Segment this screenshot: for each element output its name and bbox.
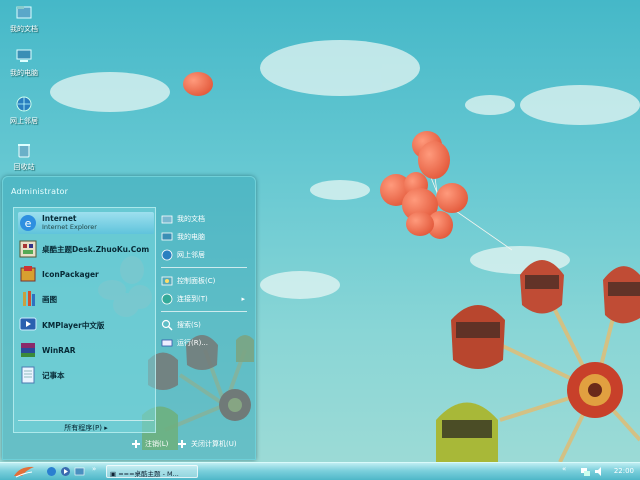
quicklaunch-show-desktop-icon[interactable] [74, 466, 85, 477]
winrar-icon [21, 343, 35, 357]
places-item-label: 控制面板(C) [177, 277, 216, 285]
folder-icon [161, 215, 173, 224]
connect-icon [161, 293, 173, 305]
pinned-item-title: IconPackager [42, 269, 99, 279]
pinned-item-theme[interactable]: 桌酷主题Desk.ZhuoKu.Com [18, 238, 154, 260]
places-item-search[interactable]: 搜索(S) [161, 317, 249, 333]
system-tray: « 22:00 [558, 463, 640, 480]
menu-separator [161, 311, 247, 312]
desktop-icon-my-computer[interactable]: 我的电脑 [2, 48, 46, 78]
submenu-arrow-icon: ▸ [241, 295, 245, 303]
svg-text:e: e [25, 217, 32, 230]
taskbar-window-label: ===桌酷主题 - M... [118, 470, 179, 478]
logoff-label: 注销(L) [145, 440, 169, 448]
places-item-label: 我的文档 [177, 215, 205, 223]
places-item-network[interactable]: 网上邻居 [161, 247, 249, 263]
places-item-control-panel[interactable]: 控制面板(C) [161, 273, 249, 289]
desktop-icon-my-documents[interactable]: 我的文档 [2, 4, 46, 34]
places-item-run[interactable]: 运行(R)... [161, 335, 249, 351]
taskbar-window-button[interactable]: ▣ ===桌酷主题 - M... [106, 465, 198, 478]
pinned-item-title: WinRAR [42, 345, 76, 355]
network-icon [161, 249, 173, 261]
places-item-label: 我的电脑 [177, 233, 205, 241]
menu-separator [161, 267, 247, 268]
desktop-icon-label: 我的电脑 [10, 69, 38, 77]
start-menu: Administrator e Internet Internet Explor… [2, 176, 256, 460]
notepad-icon [21, 366, 35, 384]
pinned-item-internet[interactable]: e Internet Internet Explorer [18, 212, 154, 234]
start-button[interactable] [4, 464, 42, 479]
taskbar-clock[interactable]: 22:00 [614, 467, 634, 475]
pinned-item-notepad[interactable]: 记事本 [18, 364, 154, 386]
desktop-icon-network[interactable]: 网上邻居 [2, 96, 46, 126]
search-icon [161, 319, 173, 331]
logoff-button[interactable]: 注销(L) [131, 439, 168, 449]
start-menu-footer: 注销(L) 关闭计算机(U) [3, 431, 255, 459]
quicklaunch-media-icon[interactable] [60, 466, 71, 477]
my-documents-icon [16, 6, 32, 19]
quicklaunch-expand-icon[interactable]: » [92, 465, 103, 476]
taskbar: » ▣ ===桌酷主题 - M... « 22:00 [0, 462, 640, 480]
places-item-label: 搜索(S) [177, 321, 201, 329]
internet-explorer-icon: e [20, 215, 36, 231]
tray-volume-icon[interactable] [594, 466, 605, 477]
recycle-bin-icon [18, 144, 30, 158]
places-item-connect-to[interactable]: 连接到(T) ▸ [161, 291, 249, 307]
shutdown-label: 关闭计算机(U) [191, 440, 237, 448]
shutdown-button[interactable]: 关闭计算机(U) [177, 439, 237, 449]
tray-expand-icon[interactable]: « [562, 465, 573, 476]
desktop-icon-recycle-bin[interactable]: 回收站 [2, 142, 46, 172]
theme-icon [19, 240, 37, 258]
logoff-icon [132, 440, 140, 448]
tray-network-icon[interactable] [580, 466, 591, 477]
places-item-label: 运行(R)... [177, 339, 209, 347]
pinned-item-title: 记事本 [42, 370, 65, 380]
desktop-icon-label: 网上邻居 [10, 117, 38, 125]
start-menu-user-name: Administrator [11, 187, 69, 196]
my-computer-icon [16, 49, 32, 62]
desktop-icon-label: 我的文档 [10, 25, 38, 33]
paint-icon [23, 291, 35, 306]
iconpackager-icon [20, 266, 36, 282]
pinned-item-title: Internet [42, 214, 77, 223]
pinned-item-paint[interactable]: 画图 [18, 288, 154, 310]
quicklaunch-ie-icon[interactable] [46, 466, 57, 477]
control-panel-icon [161, 276, 173, 286]
places-item-label: 连接到(T) [177, 295, 208, 303]
desktop-icon-label: 回收站 [13, 163, 35, 171]
run-icon [161, 339, 173, 347]
pinned-item-iconpackager[interactable]: IconPackager [18, 263, 154, 285]
places-item-my-computer[interactable]: 我的电脑 [161, 229, 249, 245]
places-item-my-documents[interactable]: 我的文档 [161, 211, 249, 227]
pinned-item-title: 画图 [42, 294, 57, 304]
pinned-item-winrar[interactable]: WinRAR [18, 339, 154, 361]
start-menu-places-list: 我的文档 我的电脑 网上邻居 控制面板(C) 连接到(T) ▸ 搜索(S) 运行… [159, 207, 249, 433]
pinned-item-subtitle: Internet Explorer [42, 223, 97, 231]
pinned-item-kmplayer[interactable]: KMPlayer中文版 [18, 314, 154, 336]
window-icon: ▣ [110, 470, 119, 478]
computer-icon [161, 232, 173, 241]
places-item-label: 网上邻居 [177, 251, 205, 259]
network-icon [16, 96, 32, 112]
kmplayer-icon [19, 317, 37, 331]
start-menu-pinned-list: e Internet Internet Explorer 桌酷主题Desk.Zh… [13, 207, 156, 433]
pinned-item-title: KMPlayer中文版 [42, 320, 105, 330]
shutdown-icon [178, 440, 186, 448]
pinned-item-title: 桌酷主题Desk.ZhuoKu.Com [42, 244, 150, 254]
